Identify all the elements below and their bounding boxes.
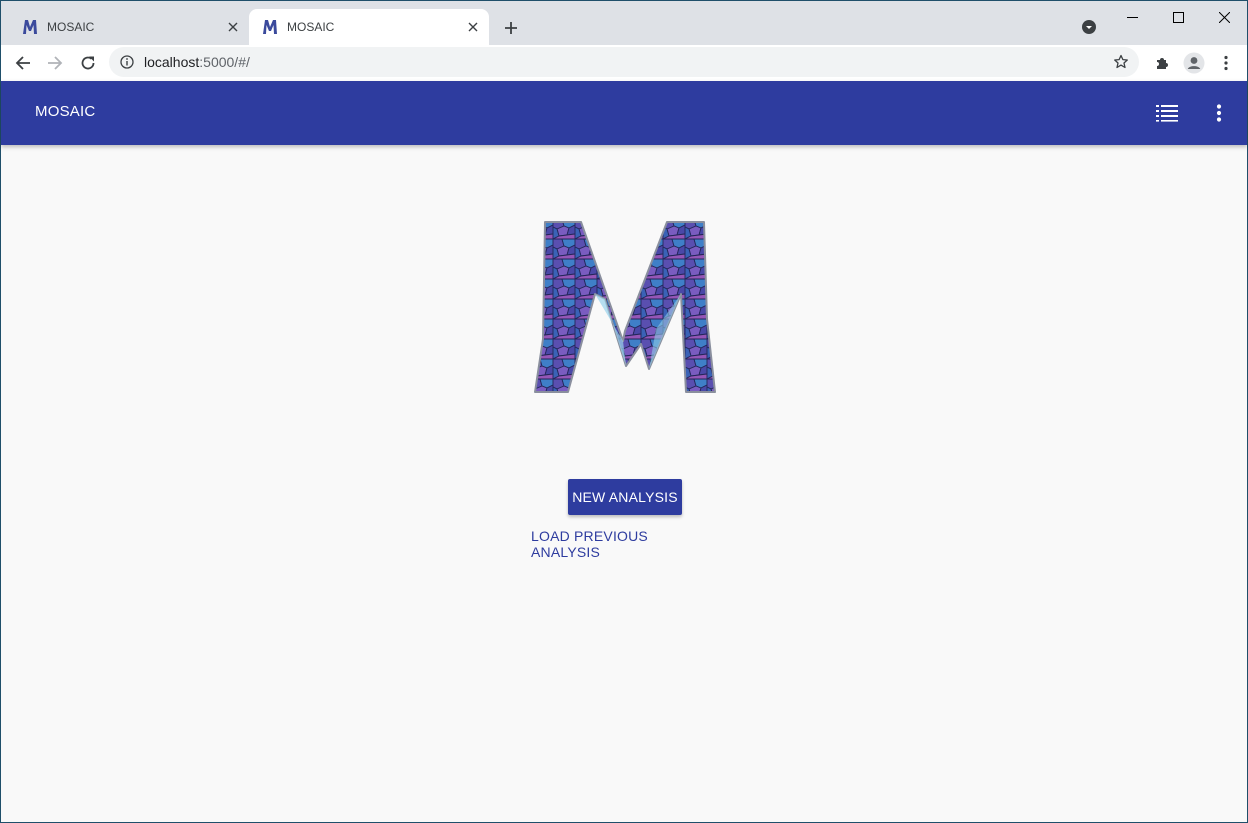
load-previous-analysis-button[interactable]: LOAD PREVIOUS ANALYSIS [531, 528, 719, 560]
back-arrow-icon[interactable] [9, 49, 37, 77]
window-maximize-icon[interactable] [1155, 1, 1201, 33]
url-text: localhost:5000/#/ [144, 54, 1111, 70]
site-info-icon[interactable] [119, 54, 135, 70]
reload-icon[interactable] [74, 49, 102, 77]
extensions-puzzle-icon[interactable] [1148, 49, 1176, 77]
new-analysis-button[interactable]: NEW ANALYSIS [568, 479, 682, 515]
tab-close-icon[interactable] [223, 17, 243, 37]
browser-tab[interactable]: MOSAIC [9, 9, 249, 45]
browser-tab-active[interactable]: MOSAIC [249, 9, 489, 45]
tab-close-icon[interactable] [463, 17, 483, 37]
new-tab-plus-icon[interactable] [497, 14, 525, 42]
window-close-icon[interactable] [1201, 1, 1247, 33]
bookmark-star-icon[interactable] [1111, 52, 1131, 72]
format-list-icon[interactable] [1153, 99, 1181, 127]
forward-arrow-icon[interactable] [41, 49, 69, 77]
mosaic-favicon-icon [21, 18, 39, 36]
more-vert-icon[interactable] [1205, 99, 1233, 127]
mosaic-favicon-icon [261, 18, 279, 36]
browser-toolbar: localhost:5000/#/ [1, 45, 1247, 81]
url-host: localhost [144, 54, 200, 70]
profile-avatar-icon[interactable] [1180, 49, 1208, 77]
window-minimize-icon[interactable] [1109, 1, 1155, 33]
url-path: :5000/#/ [199, 54, 250, 70]
app-header: MOSAIC [1, 81, 1247, 145]
app-title[interactable]: MOSAIC [35, 103, 95, 120]
browser-menu-kebab-icon[interactable] [1212, 49, 1240, 77]
tab-title: MOSAIC [47, 20, 95, 34]
browser-tabstrip: MOSAIC MOSAIC [1, 1, 1247, 45]
tab-search-icon[interactable] [1079, 17, 1099, 37]
tab-title: MOSAIC [287, 20, 335, 34]
address-bar[interactable]: localhost:5000/#/ [109, 47, 1139, 77]
mosaic-logo [531, 219, 719, 397]
